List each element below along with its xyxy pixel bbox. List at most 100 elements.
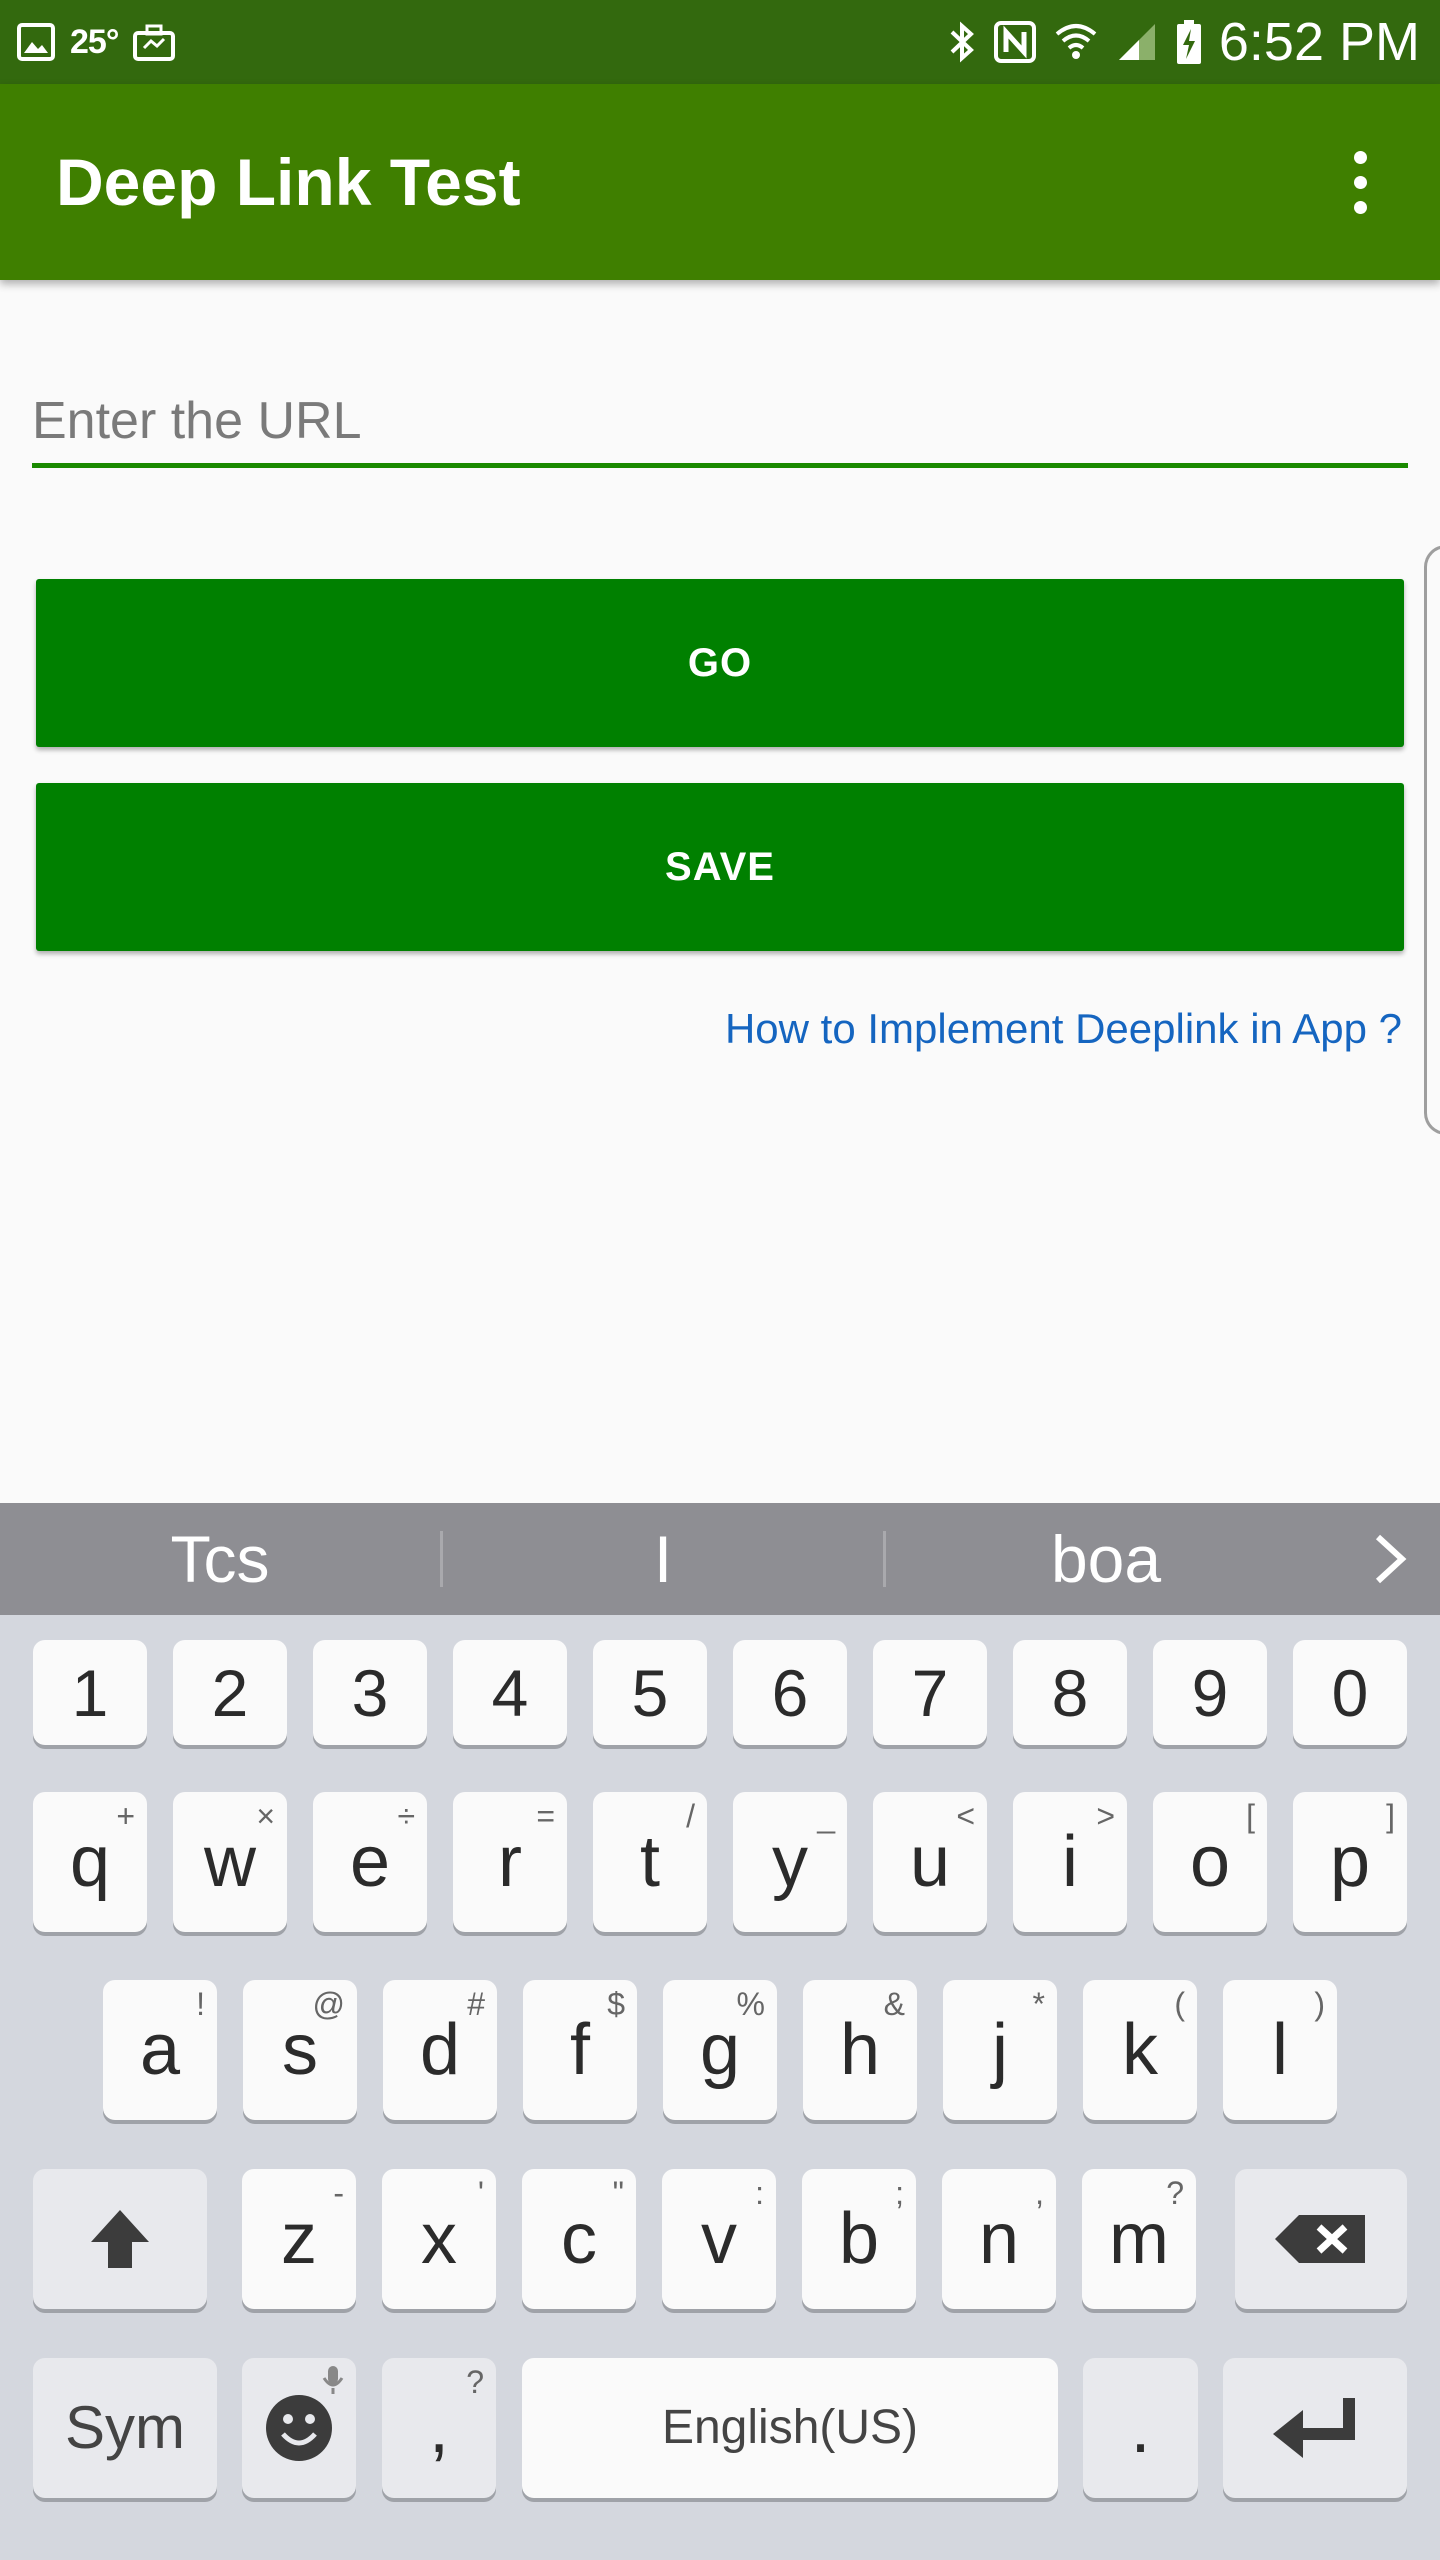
keyboard-key[interactable]: j *: [943, 1980, 1057, 2120]
keyboard-key[interactable]: 8: [1013, 1640, 1127, 1745]
keyboard-key[interactable]: w ×: [173, 1792, 287, 1932]
keyboard-key[interactable]: q +: [33, 1792, 147, 1932]
enter-key[interactable]: [1223, 2358, 1407, 2498]
keyboard-key[interactable]: 6: [733, 1640, 847, 1745]
key-label: g: [699, 2010, 741, 2090]
keyboard-key[interactable]: v:: [662, 2169, 776, 2309]
key-secondary-label: !: [196, 1986, 205, 2022]
key-label: y: [772, 1822, 808, 1902]
keyboard-key[interactable]: k(: [1083, 1980, 1197, 2120]
backspace-key[interactable]: [1235, 2169, 1407, 2309]
key-label: p: [1329, 1822, 1371, 1902]
key-secondary-label: %: [736, 1986, 765, 2022]
space-key[interactable]: English(US): [522, 2358, 1058, 2498]
keyboard-key[interactable]: n,: [942, 2169, 1056, 2309]
keyboard-key[interactable]: 4: [453, 1640, 567, 1745]
url-input[interactable]: [32, 378, 1408, 468]
app-title: Deep Link Test: [56, 145, 521, 219]
symbols-key[interactable]: Sym: [33, 2358, 217, 2498]
key-secondary-label: #: [467, 1986, 485, 2022]
backspace-icon: [1275, 2215, 1365, 2263]
keyboard-key[interactable]: d #: [383, 1980, 497, 2120]
key-label: 6: [771, 1655, 809, 1730]
key-label: u: [909, 1822, 951, 1902]
suggestion-item[interactable]: boa: [886, 1503, 1326, 1615]
key-label: w: [204, 1822, 256, 1902]
key-label: o: [1189, 1822, 1231, 1902]
cell-signal-icon: [1115, 22, 1159, 62]
enter-arrow-icon: [1273, 2398, 1355, 2458]
keyboard-key[interactable]: p]: [1293, 1792, 1407, 1932]
key-label: c: [561, 2199, 597, 2279]
suggestion-item[interactable]: Tcs: [0, 1503, 440, 1615]
microphone-icon: [322, 2364, 344, 2404]
keyboard-key[interactable]: a!: [103, 1980, 217, 2120]
key-secondary-label: (: [1174, 1986, 1185, 2022]
keyboard-key[interactable]: 5: [593, 1640, 707, 1745]
key-secondary-label: ): [1314, 1986, 1325, 2022]
keyboard-key[interactable]: f $: [523, 1980, 637, 2120]
keyboard-key[interactable]: 9: [1153, 1640, 1267, 1745]
key-secondary-label: $: [607, 1986, 625, 2022]
key-label: 9: [1191, 1655, 1229, 1730]
key-secondary-label: =: [536, 1798, 555, 1834]
key-label: r: [498, 1822, 522, 1902]
key-label: v: [701, 2199, 737, 2279]
keyboard-key[interactable]: l): [1223, 1980, 1337, 2120]
key-label: x: [421, 2199, 457, 2279]
overflow-menu-icon[interactable]: [1320, 134, 1400, 230]
keyboard-key[interactable]: z-: [242, 2169, 356, 2309]
key-label: i: [1062, 1822, 1078, 1902]
key-secondary-label: ": [612, 2175, 624, 2211]
key-secondary-label: -: [333, 2175, 344, 2211]
battery-charging-icon: [1175, 20, 1203, 64]
keyboard-key[interactable]: 7: [873, 1640, 987, 1745]
key-secondary-label: ;: [895, 2175, 904, 2211]
key-secondary-label: <: [956, 1798, 975, 1834]
keyboard-key[interactable]: 2: [173, 1640, 287, 1745]
app-bar: Deep Link Test: [0, 84, 1440, 280]
keyboard-key[interactable]: b;: [802, 2169, 916, 2309]
comma-key[interactable]: , ?: [382, 2358, 496, 2498]
nfc-icon: [993, 21, 1037, 63]
key-label: s: [282, 2010, 318, 2090]
soft-keyboard: Sym , ? English(US) . 1 2 3 4 5 6 7 8 9 0 q + w × e ÷ r =…: [0, 1615, 1440, 2560]
key-label: a: [139, 2010, 181, 2090]
keyboard-key[interactable]: 1: [33, 1640, 147, 1745]
keyboard-key[interactable]: 0: [1293, 1640, 1407, 1745]
period-key-label: .: [1130, 2388, 1151, 2468]
keyboard-key[interactable]: u <: [873, 1792, 987, 1932]
go-button[interactable]: GO: [36, 579, 1404, 747]
key-label: 7: [911, 1655, 949, 1730]
key-label: 4: [491, 1655, 529, 1730]
chevron-right-icon[interactable]: [1358, 1527, 1422, 1591]
briefcase-icon: [132, 22, 176, 62]
keyboard-key[interactable]: r =: [453, 1792, 567, 1932]
keyboard-key[interactable]: m?: [1082, 2169, 1196, 2309]
keyboard-key[interactable]: h &: [803, 1980, 917, 2120]
suggestion-bar: Tcs I boa: [0, 1503, 1440, 1615]
keyboard-key[interactable]: o[: [1153, 1792, 1267, 1932]
edge-panel-handle[interactable]: [1424, 545, 1440, 1135]
keyboard-key[interactable]: y _: [733, 1792, 847, 1932]
keyboard-key[interactable]: 3: [313, 1640, 427, 1745]
key-secondary-label: ': [477, 2175, 484, 2211]
keyboard-key[interactable]: g%: [663, 1980, 777, 2120]
keyboard-key[interactable]: c ": [522, 2169, 636, 2309]
deeplink-help-link[interactable]: How to Implement Deeplink in App ?: [725, 1005, 1402, 1053]
key-label: 8: [1051, 1655, 1089, 1730]
keyboard-key[interactable]: e ÷: [313, 1792, 427, 1932]
emoji-key[interactable]: [242, 2358, 356, 2498]
keyboard-key[interactable]: i >: [1013, 1792, 1127, 1932]
key-secondary-label: >: [1096, 1798, 1115, 1834]
save-button[interactable]: SAVE: [36, 783, 1404, 951]
keyboard-key[interactable]: t /: [593, 1792, 707, 1932]
suggestion-item[interactable]: I: [443, 1503, 883, 1615]
period-key[interactable]: .: [1083, 2358, 1198, 2498]
key-secondary-label: ÷: [397, 1798, 415, 1834]
key-secondary-label: :: [755, 2175, 764, 2211]
keyboard-key[interactable]: x ': [382, 2169, 496, 2309]
keyboard-key[interactable]: s @: [243, 1980, 357, 2120]
key-secondary-label: ?: [1166, 2175, 1184, 2211]
shift-key[interactable]: [33, 2169, 207, 2309]
